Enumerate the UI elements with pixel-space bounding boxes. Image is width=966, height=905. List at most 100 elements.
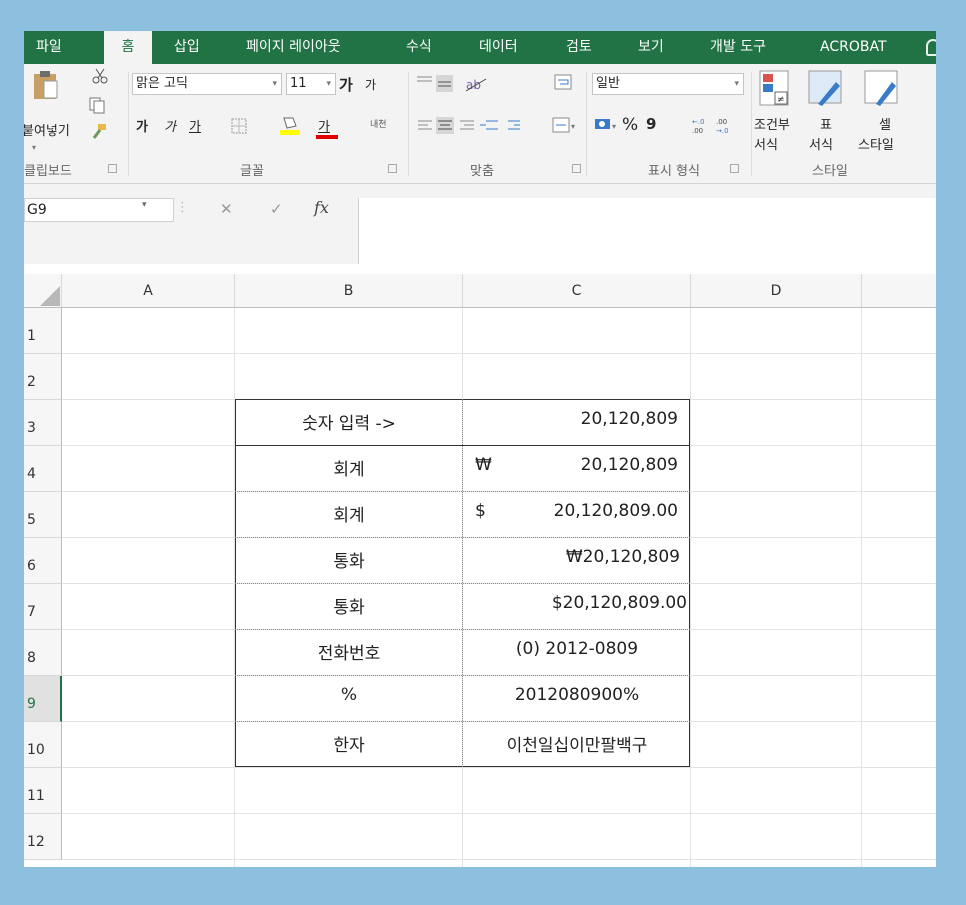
fill-color-icon[interactable] — [279, 114, 301, 140]
row-header-2[interactable]: 2 — [24, 354, 62, 400]
gridline — [690, 308, 691, 867]
tab-review[interactable]: 검토 — [566, 31, 592, 64]
font-size-select[interactable]: 11 ▾ — [286, 73, 336, 95]
conditional-format-label-2[interactable]: 서식 — [754, 134, 778, 153]
orientation-icon[interactable]: ab — [464, 76, 492, 96]
column-header-d[interactable]: D — [691, 274, 862, 308]
wrap-text-icon[interactable] — [554, 74, 574, 96]
table-row-separator — [235, 537, 690, 538]
borders-icon[interactable] — [231, 118, 247, 138]
cell-b3[interactable]: 숫자 입력 -> — [235, 409, 463, 434]
tab-home[interactable]: 홈 — [104, 31, 152, 64]
row-header-10[interactable]: 10 — [24, 722, 62, 768]
comma-style-button[interactable]: 9 — [646, 115, 656, 133]
paste-label[interactable]: 붙여넣기 — [24, 120, 70, 139]
font-name-select[interactable]: 맑은 고딕 ▾ — [132, 73, 282, 95]
gridline — [62, 813, 936, 814]
cancel-entry-button[interactable]: ✕ — [220, 200, 233, 218]
row-header-12[interactable]: 12 — [24, 814, 62, 860]
row-header-5[interactable]: 5 — [24, 492, 62, 538]
formula-input[interactable] — [358, 198, 936, 264]
accounting-format-icon[interactable]: ▾ — [594, 116, 620, 138]
cell-c6[interactable]: ₩20,120,809 — [463, 547, 680, 567]
cell-b4[interactable]: 회계 — [235, 455, 463, 480]
cell-b8[interactable]: 전화번호 — [235, 639, 463, 664]
format-painter-icon[interactable] — [90, 122, 108, 144]
shrink-font-button[interactable]: 가 — [365, 76, 376, 93]
cell-b9[interactable]: % — [235, 685, 463, 705]
tell-me-lightbulb-icon[interactable] — [926, 39, 936, 56]
ribbon-tab-bar: 파일 홈 삽입 페이지 레이아웃 수식 데이터 검토 보기 개발 도구 ACRO… — [24, 31, 936, 64]
copy-icon[interactable] — [88, 96, 108, 118]
cell-styles-label[interactable]: 셀 — [879, 114, 891, 133]
name-box-dropdown-icon[interactable]: ▾ — [142, 200, 147, 210]
font-color-button[interactable]: 가 — [318, 116, 330, 135]
tab-page-layout[interactable]: 페이지 레이아웃 — [246, 31, 341, 64]
column-header-e[interactable] — [862, 274, 936, 308]
font-launcher-icon[interactable] — [388, 164, 397, 173]
cell-c8[interactable]: (0) 2012-0809 — [463, 639, 691, 659]
cell-c4[interactable]: 20,120,809 — [463, 455, 678, 475]
align-left-icon[interactable] — [416, 116, 556, 140]
paste-icon[interactable] — [32, 70, 58, 100]
enter-entry-button[interactable]: ✓ — [270, 200, 283, 218]
increase-decimal-icon[interactable]: ←.0.00 — [692, 116, 714, 138]
conditional-format-icon[interactable]: ≠ — [759, 70, 793, 114]
conditional-format-label[interactable]: 조건부 — [754, 114, 790, 133]
percent-style-button[interactable]: % — [622, 115, 638, 135]
cell-b7[interactable]: 통화 — [235, 593, 463, 618]
cell-c3[interactable]: 20,120,809 — [463, 409, 678, 429]
align-top-icon[interactable] — [416, 74, 456, 98]
cell-c9[interactable]: 2012080900% — [463, 685, 691, 705]
tab-acrobat[interactable]: ACROBAT — [820, 31, 887, 64]
phonetic-button[interactable]: 내천 — [370, 117, 387, 130]
italic-button[interactable]: 가 — [164, 116, 176, 135]
tab-insert[interactable]: 삽입 — [174, 31, 200, 64]
row-header-8[interactable]: 8 — [24, 630, 62, 676]
cell-c7[interactable]: $20,120,809.00 — [463, 593, 687, 613]
format-as-table-label-2[interactable]: 서식 — [809, 134, 833, 153]
row-header-4[interactable]: 4 — [24, 446, 62, 492]
row-header-3[interactable]: 3 — [24, 400, 62, 446]
tab-formulas[interactable]: 수식 — [406, 31, 432, 64]
cell-b5[interactable]: 회계 — [235, 501, 463, 526]
row-header-7[interactable]: 7 — [24, 584, 62, 630]
insert-function-button[interactable]: fx — [314, 198, 329, 217]
cell-c10[interactable]: 이천일십이만팔백구 — [463, 731, 691, 756]
group-divider — [128, 72, 129, 176]
tab-data[interactable]: 데이터 — [479, 31, 518, 64]
paste-dropdown-icon[interactable]: ▾ — [32, 143, 36, 152]
cell-b10[interactable]: 한자 — [235, 731, 463, 756]
cell-styles-icon[interactable] — [864, 70, 900, 114]
cell-c5[interactable]: 20,120,809.00 — [463, 501, 678, 521]
format-as-table-icon[interactable] — [808, 70, 844, 114]
svg-text:▾: ▾ — [612, 122, 616, 131]
cell-b6[interactable]: 통화 — [235, 547, 463, 572]
number-format-select[interactable]: 일반 ▾ — [592, 73, 744, 95]
column-header-c[interactable]: C — [463, 274, 691, 308]
formula-bar: G9 ▾ ⋮ ✕ ✓ fx — [24, 184, 936, 264]
tab-developer[interactable]: 개발 도구 — [710, 31, 766, 64]
column-header-b[interactable]: B — [235, 274, 463, 308]
format-as-table-label[interactable]: 표 — [820, 114, 832, 133]
worksheet-grid[interactable]: A B C D 1 2 3 4 5 6 7 8 9 10 11 12 숫자 입력… — [24, 274, 936, 867]
select-all-corner[interactable] — [24, 274, 62, 308]
cell-styles-label-2[interactable]: 스타일 — [858, 134, 894, 153]
name-box[interactable]: G9 — [24, 198, 174, 222]
row-header-11[interactable]: 11 — [24, 768, 62, 814]
underline-button[interactable]: 가 — [189, 116, 201, 135]
clipboard-launcher-icon[interactable] — [108, 164, 117, 173]
decrease-decimal-icon[interactable]: .00 →.0 — [716, 116, 738, 138]
number-launcher-icon[interactable] — [730, 164, 739, 173]
cut-icon[interactable] — [92, 68, 108, 88]
row-header-9[interactable]: 9 — [24, 676, 62, 722]
merge-center-icon[interactable]: ▾ — [552, 116, 578, 138]
column-header-a[interactable]: A — [62, 274, 235, 308]
bold-button[interactable]: 가 — [136, 116, 148, 135]
row-header-6[interactable]: 6 — [24, 538, 62, 584]
alignment-launcher-icon[interactable] — [572, 164, 581, 173]
row-header-1[interactable]: 1 — [24, 308, 62, 354]
grow-font-button[interactable]: 가 — [339, 74, 353, 95]
tab-view[interactable]: 보기 — [638, 31, 664, 64]
tab-file[interactable]: 파일 — [36, 31, 62, 64]
